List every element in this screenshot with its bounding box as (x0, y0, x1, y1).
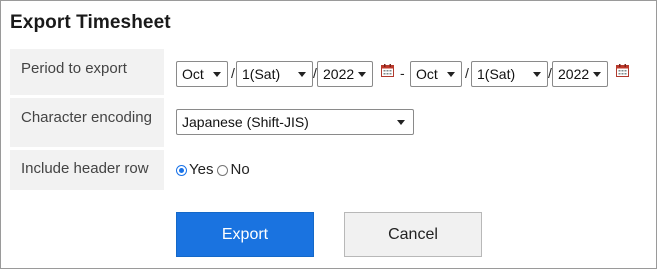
encoding-label: Character encoding (10, 98, 164, 147)
encoding-select[interactable]: Japanese (Shift-JIS) (176, 109, 414, 135)
cancel-button[interactable]: Cancel (344, 212, 482, 257)
export-button[interactable]: Export (176, 212, 314, 257)
end-year-value: 2022 (558, 66, 590, 82)
start-month-value: Oct (182, 66, 204, 82)
date-separator: / (231, 65, 235, 81)
chevron-down-icon (533, 72, 541, 77)
calendar-icon[interactable] (616, 64, 629, 77)
start-month-select[interactable]: Oct (176, 61, 228, 87)
chevron-down-icon (213, 72, 221, 77)
chevron-down-icon (298, 72, 306, 77)
header-row-no-label[interactable]: No (230, 161, 249, 178)
header-row-no-radio[interactable] (217, 164, 229, 176)
dialog-title: Export Timesheet (10, 12, 171, 33)
period-label: Period to export (10, 49, 164, 95)
date-separator: / (465, 65, 469, 81)
header-row-yes-radio[interactable] (176, 164, 187, 176)
end-month-value: Oct (416, 66, 438, 82)
header-row-yes-label[interactable]: Yes (189, 161, 213, 178)
end-month-select[interactable]: Oct (410, 61, 462, 87)
chevron-down-icon (593, 72, 601, 77)
start-year-value: 2022 (323, 66, 355, 82)
export-timesheet-dialog: Export Timesheet Period to export Oct / … (0, 0, 657, 269)
header-row-label: Include header row (10, 150, 164, 190)
chevron-down-icon (447, 72, 455, 77)
end-day-value: 1(Sat) (477, 66, 516, 82)
chevron-down-icon (397, 120, 405, 125)
end-year-select[interactable]: 2022 (552, 61, 608, 87)
start-day-value: 1(Sat) (242, 66, 281, 82)
end-day-select[interactable]: 1(Sat) (471, 61, 548, 87)
calendar-icon[interactable] (381, 64, 394, 77)
chevron-down-icon (358, 72, 366, 77)
range-separator: - (400, 65, 405, 81)
start-year-select[interactable]: 2022 (317, 61, 373, 87)
start-day-select[interactable]: 1(Sat) (236, 61, 313, 87)
encoding-value: Japanese (Shift-JIS) (182, 114, 309, 130)
header-row-radio-group: Yes No (176, 161, 250, 178)
